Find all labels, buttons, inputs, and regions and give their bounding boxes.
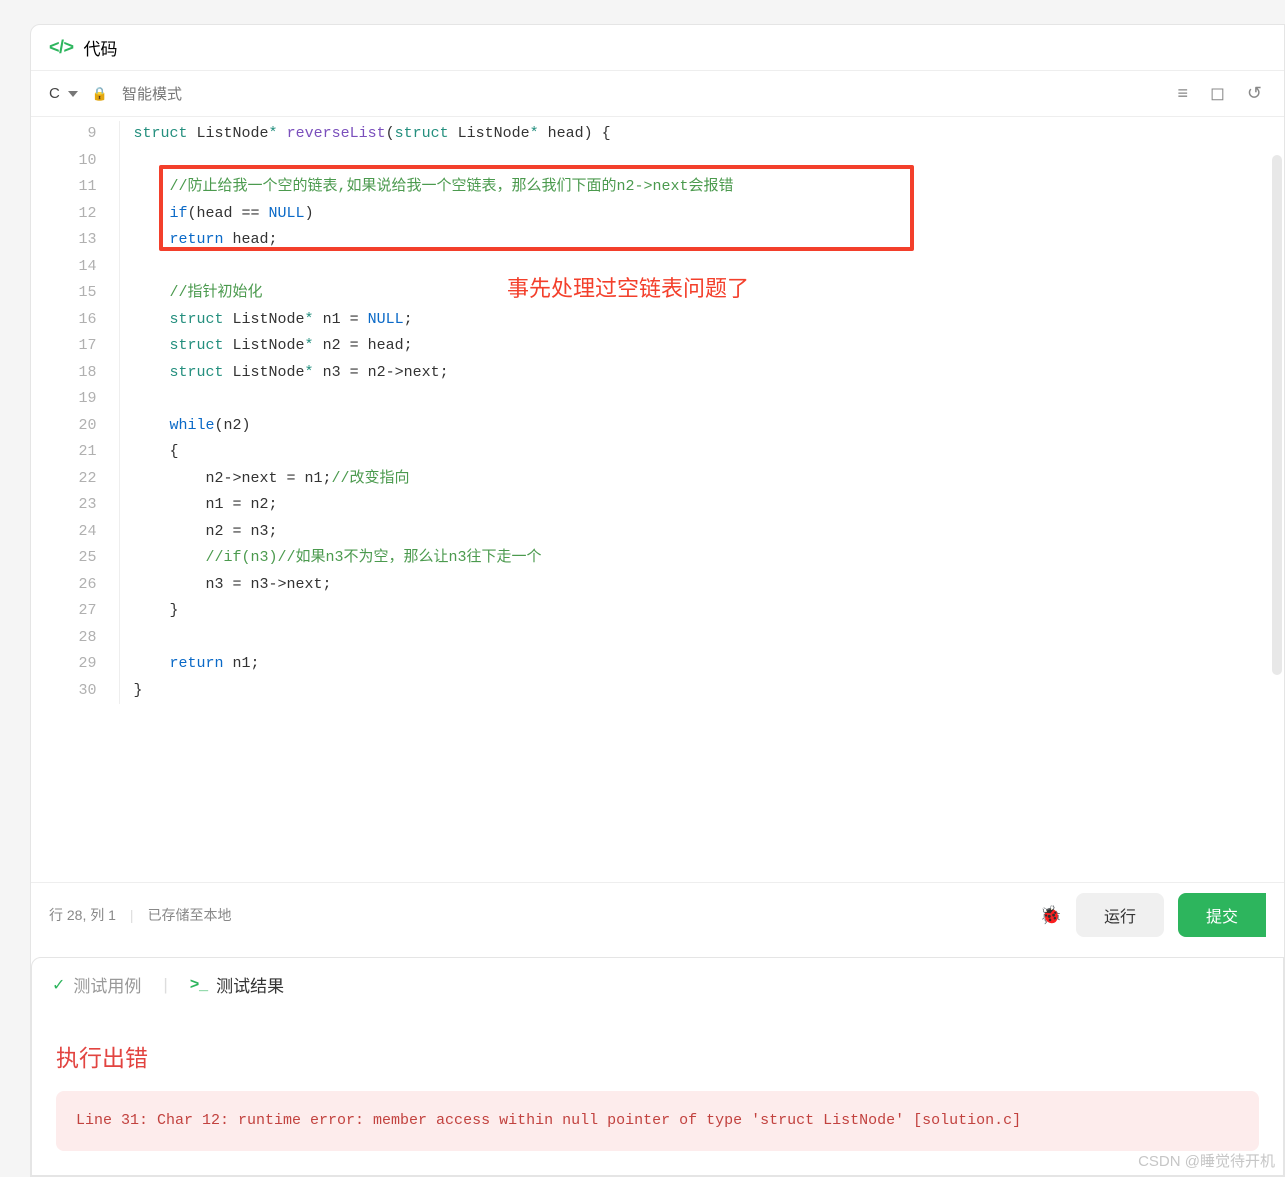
results-body: 执行出错 Line 31: Char 12: runtime error: me… <box>32 1011 1283 1175</box>
line-number: 15 <box>31 280 119 307</box>
panel-title: 代码 <box>84 35 118 60</box>
code-line[interactable]: //防止给我一个空的链表,如果说给我一个空链表，那么我们下面的n2->next会… <box>119 174 1284 201</box>
line-number: 9 <box>31 121 119 148</box>
debug-icon[interactable]: 🐞 <box>1040 905 1062 926</box>
code-body: 9struct ListNode* reverseList(struct Lis… <box>31 121 1284 704</box>
mode-label: 智能模式 <box>122 83 182 104</box>
code-line[interactable]: if(head == NULL) <box>119 201 1284 228</box>
bookmark-icon[interactable]: ◻ <box>1206 79 1229 108</box>
editor-toolbar: C 🔒 智能模式 ≡ ◻ ↺ <box>31 71 1284 117</box>
line-number: 24 <box>31 519 119 546</box>
chevron-down-icon <box>68 91 78 97</box>
line-number: 13 <box>31 227 119 254</box>
code-line[interactable]: //指针初始化 <box>119 280 1284 307</box>
line-number: 29 <box>31 651 119 678</box>
line-number: 30 <box>31 678 119 705</box>
code-line[interactable]: } <box>119 678 1284 705</box>
check-icon: ✓ <box>52 975 65 995</box>
line-number: 28 <box>31 625 119 652</box>
divider: | <box>130 907 134 923</box>
code-line[interactable]: } <box>119 598 1284 625</box>
results-tabs: ✓ 测试用例 | >_ 测试结果 <box>32 958 1283 1011</box>
terminal-icon: >_ <box>190 976 208 994</box>
line-number: 27 <box>31 598 119 625</box>
code-line[interactable]: return head; <box>119 227 1284 254</box>
submit-button[interactable]: 提交 <box>1178 893 1266 937</box>
error-title: 执行出错 <box>56 1039 1259 1073</box>
status-bar: 行 28, 列 1 | 已存储至本地 🐞 运行 提交 <box>31 882 1284 947</box>
line-number: 14 <box>31 254 119 281</box>
code-line[interactable]: struct ListNode* n3 = n2->next; <box>119 360 1284 387</box>
line-number: 25 <box>31 545 119 572</box>
format-icon[interactable]: ≡ <box>1173 79 1192 108</box>
code-line[interactable]: { <box>119 439 1284 466</box>
code-line[interactable]: while(n2) <box>119 413 1284 440</box>
tab-testcase-label: 测试用例 <box>73 972 141 997</box>
line-number: 10 <box>31 148 119 175</box>
line-number: 23 <box>31 492 119 519</box>
code-line[interactable] <box>119 148 1284 175</box>
line-number: 11 <box>31 174 119 201</box>
line-number: 18 <box>31 360 119 387</box>
cursor-position: 行 28, 列 1 <box>49 905 116 925</box>
language-label: C <box>49 85 60 102</box>
code-line[interactable]: n1 = n2; <box>119 492 1284 519</box>
results-panel: ✓ 测试用例 | >_ 测试结果 执行出错 Line 31: Char 12: … <box>31 957 1284 1176</box>
code-line[interactable] <box>119 254 1284 281</box>
tab-testresult[interactable]: >_ 测试结果 <box>190 972 284 997</box>
save-status: 已存储至本地 <box>148 905 232 925</box>
lock-icon: 🔒 <box>92 86 108 102</box>
divider: | <box>163 975 167 995</box>
language-select[interactable]: C <box>49 85 78 102</box>
code-line[interactable]: n3 = n3->next; <box>119 572 1284 599</box>
reset-icon[interactable]: ↺ <box>1243 79 1266 108</box>
tab-testcase[interactable]: ✓ 测试用例 <box>52 972 141 997</box>
code-line[interactable]: struct ListNode* reverseList(struct List… <box>119 121 1284 148</box>
tab-testresult-label: 测试结果 <box>216 972 284 997</box>
panel-header: </> 代码 <box>31 25 1284 71</box>
code-editor[interactable]: 事先处理过空链表问题了 9struct ListNode* reverseLis… <box>31 117 1284 882</box>
line-number: 26 <box>31 572 119 599</box>
line-number: 20 <box>31 413 119 440</box>
scrollbar[interactable] <box>1272 155 1282 675</box>
run-button[interactable]: 运行 <box>1076 893 1164 937</box>
code-line[interactable] <box>119 625 1284 652</box>
code-tag-icon: </> <box>49 37 74 58</box>
line-number: 16 <box>31 307 119 334</box>
line-number: 17 <box>31 333 119 360</box>
code-line[interactable]: n2->next = n1;//改变指向 <box>119 466 1284 493</box>
line-number: 19 <box>31 386 119 413</box>
code-panel: </> 代码 C 🔒 智能模式 ≡ ◻ ↺ 事先处理过空链表问题了 9struc… <box>30 24 1285 1177</box>
line-number: 21 <box>31 439 119 466</box>
watermark: CSDN @睡觉待开机 <box>1138 1150 1275 1171</box>
code-line[interactable]: struct ListNode* n1 = NULL; <box>119 307 1284 334</box>
code-line[interactable] <box>119 386 1284 413</box>
code-line[interactable]: struct ListNode* n2 = head; <box>119 333 1284 360</box>
error-message: Line 31: Char 12: runtime error: member … <box>56 1091 1259 1151</box>
code-line[interactable]: //if(n3)//如果n3不为空，那么让n3往下走一个 <box>119 545 1284 572</box>
line-number: 12 <box>31 201 119 228</box>
code-line[interactable]: return n1; <box>119 651 1284 678</box>
code-line[interactable]: n2 = n3; <box>119 519 1284 546</box>
line-number: 22 <box>31 466 119 493</box>
